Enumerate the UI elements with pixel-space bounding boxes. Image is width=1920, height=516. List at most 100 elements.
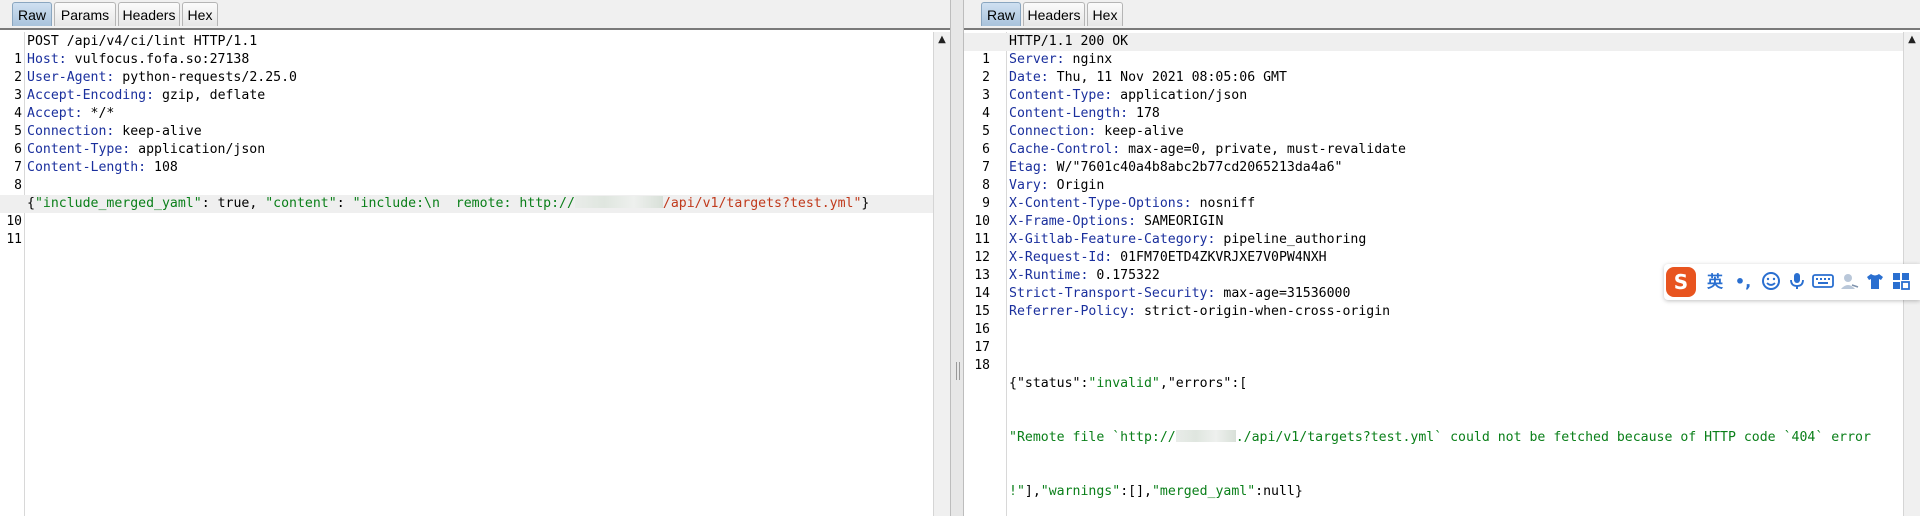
request-tab-raw[interactable]: Raw: [12, 2, 52, 26]
request-tab-headers[interactable]: Headers: [118, 2, 180, 26]
response-header-line: 16 Referrer-Policy: strict-origin-when-c…: [964, 303, 1904, 337]
header-name: Accept-Encoding:: [27, 88, 155, 103]
user-icon[interactable]: [1838, 271, 1860, 293]
json-string: "include:\n remote: http://: [352, 196, 575, 211]
response-tab-raw[interactable]: Raw: [981, 2, 1021, 26]
response-header-line: 7 Cache-Control: max-age=0, private, mus…: [964, 141, 1904, 175]
header-value: vulfocus.fofa.so:27138: [66, 52, 250, 67]
response-tab-headers[interactable]: Headers: [1023, 2, 1085, 26]
json-key: ,"errors":[: [1159, 376, 1248, 391]
header-value: 178: [1128, 106, 1160, 121]
json-string: /api/v1/targets?test.yml": [662, 196, 862, 211]
response-header-line: 12 X-Gitlab-Feature-Category: pipeline_a…: [964, 231, 1904, 265]
header-name: Host:: [27, 52, 67, 67]
header-value: Thu, 11 Nov 2021 08:05:06 GMT: [1048, 70, 1287, 85]
request-editor[interactable]: 1 POST /api/v4/ci/lint HTTP/1.1 2 Host: …: [0, 32, 934, 516]
request-line: 1 POST /api/v4/ci/lint HTTP/1.1: [0, 33, 934, 67]
request-tabbar: Raw Params Headers Hex: [0, 0, 950, 30]
request-header-line: 4 Accept-Encoding: gzip, deflate: [0, 87, 934, 121]
ime-toolbar[interactable]: S 英 •,: [1664, 264, 1920, 300]
emoji-icon[interactable]: [1760, 271, 1782, 293]
response-status-line: 1 HTTP/1.1 200 OK: [964, 33, 1904, 67]
request-header-line: 7 Content-Type: application/json: [0, 141, 934, 175]
header-name: X-Runtime:: [1009, 268, 1089, 283]
header-value: keep-alive: [114, 124, 202, 139]
response-header-line: 8 Etag: W/"7601c40a4b8abc2b77cd2065213da…: [964, 159, 1904, 193]
json-comma: ,: [249, 196, 266, 211]
header-name: Connection:: [1009, 124, 1097, 139]
json-string: "invalid": [1088, 376, 1160, 391]
response-header-line: 10 X-Content-Type-Options: nosniff: [964, 195, 1904, 229]
header-value: */*: [82, 106, 115, 121]
response-body-line: 18 {"status":"invalid","errors":[ "Remot…: [964, 339, 1904, 499]
json-punct: :[],: [1120, 484, 1152, 499]
status-line-text: HTTP/1.1 200 OK: [1009, 34, 1129, 49]
request-tab-params[interactable]: Params: [54, 2, 116, 26]
keyboard-icon[interactable]: [1812, 271, 1834, 293]
request-header-line: 5 Accept: */*: [0, 105, 934, 139]
header-value: 0.175322: [1088, 268, 1160, 283]
response-header-line: 5 Content-Length: 178: [964, 105, 1904, 139]
header-name: Server:: [1009, 52, 1065, 67]
request-blank-line: 9: [0, 177, 934, 211]
response-header-line: 3 Date: Thu, 11 Nov 2021 08:05:06 GMT: [964, 69, 1904, 103]
header-name: X-Frame-Options:: [1009, 214, 1137, 229]
json-value: true: [217, 196, 250, 211]
header-value: max-age=0, private, must-revalidate: [1120, 142, 1406, 157]
response-header-line: 11 X-Frame-Options: SAMEORIGIN: [964, 213, 1904, 247]
json-key: "content": [265, 196, 337, 211]
header-value: 108: [146, 160, 178, 175]
header-value: gzip, deflate: [154, 88, 266, 103]
splitter-grip-icon[interactable]: [956, 362, 960, 380]
response-header-line: 2 Server: nginx: [964, 51, 1904, 85]
line-number: 18: [974, 358, 990, 373]
response-blank-line: 17: [964, 321, 1904, 355]
header-name: Etag:: [1009, 160, 1049, 175]
header-value: SAMEORIGIN: [1136, 214, 1224, 229]
header-name: Cache-Control:: [1009, 142, 1121, 157]
json-string: "Remote file `http://: [1009, 430, 1176, 445]
request-tab-hex[interactable]: Hex: [182, 2, 218, 26]
request-body-line: 10 {"include_merged_yaml": true, "conten…: [0, 195, 934, 229]
header-value: nosniff: [1191, 196, 1256, 211]
scroll-up-icon[interactable]: ▲: [934, 32, 950, 48]
request-line-text: POST /api/v4/ci/lint HTTP/1.1: [27, 34, 258, 49]
grid-icon[interactable]: [1890, 271, 1912, 293]
header-name: Referrer-Policy:: [1009, 304, 1137, 319]
response-header-line: 4 Content-Type: application/json: [964, 87, 1904, 121]
language-toggle[interactable]: 英: [1704, 271, 1726, 293]
response-tab-hex[interactable]: Hex: [1087, 2, 1123, 26]
header-value: strict-origin-when-cross-origin: [1136, 304, 1391, 319]
header-value: Origin: [1048, 178, 1105, 193]
scroll-up-icon[interactable]: ▲: [1904, 32, 1920, 48]
pane-splitter[interactable]: [950, 0, 964, 516]
request-pane: Raw Params Headers Hex 1 POST /api/v4/ci…: [0, 0, 950, 516]
header-name: Vary:: [1009, 178, 1049, 193]
request-scrollbar[interactable]: ▲: [933, 32, 950, 516]
header-name: Connection:: [27, 124, 115, 139]
request-header-line: 3 User-Agent: python-requests/2.25.0: [0, 69, 934, 103]
json-key: "include_merged_yaml": [34, 196, 202, 211]
redacted-host: [574, 196, 663, 208]
header-name: X-Content-Type-Options:: [1009, 196, 1192, 211]
json-key: {"status":: [1009, 376, 1089, 391]
json-key: "merged_yaml": [1151, 484, 1256, 499]
header-value: python-requests/2.25.0: [114, 70, 297, 85]
header-name: Date:: [1009, 70, 1049, 85]
header-value: keep-alive: [1096, 124, 1184, 139]
skin-icon[interactable]: [1864, 271, 1886, 293]
header-value: application/json: [130, 142, 266, 157]
sogou-logo-icon[interactable]: S: [1666, 267, 1696, 297]
header-name: User-Agent:: [27, 70, 115, 85]
punctuation-toggle[interactable]: •,: [1732, 271, 1754, 293]
response-tabbar: Raw Headers Hex: [964, 0, 1920, 30]
header-name: Content-Type:: [1009, 88, 1113, 103]
header-name: Strict-Transport-Security:: [1009, 286, 1216, 301]
header-name: Content-Length:: [1009, 106, 1129, 121]
json-colon: :: [336, 196, 353, 211]
header-value: W/"7601c40a4b8abc2b77cd2065213da4a6": [1048, 160, 1343, 175]
json-string: ./api/v1/targets?test.yml` could not be …: [1235, 430, 1871, 445]
header-name: Content-Type:: [27, 142, 131, 157]
microphone-icon[interactable]: [1786, 271, 1808, 293]
header-value: application/json: [1112, 88, 1248, 103]
